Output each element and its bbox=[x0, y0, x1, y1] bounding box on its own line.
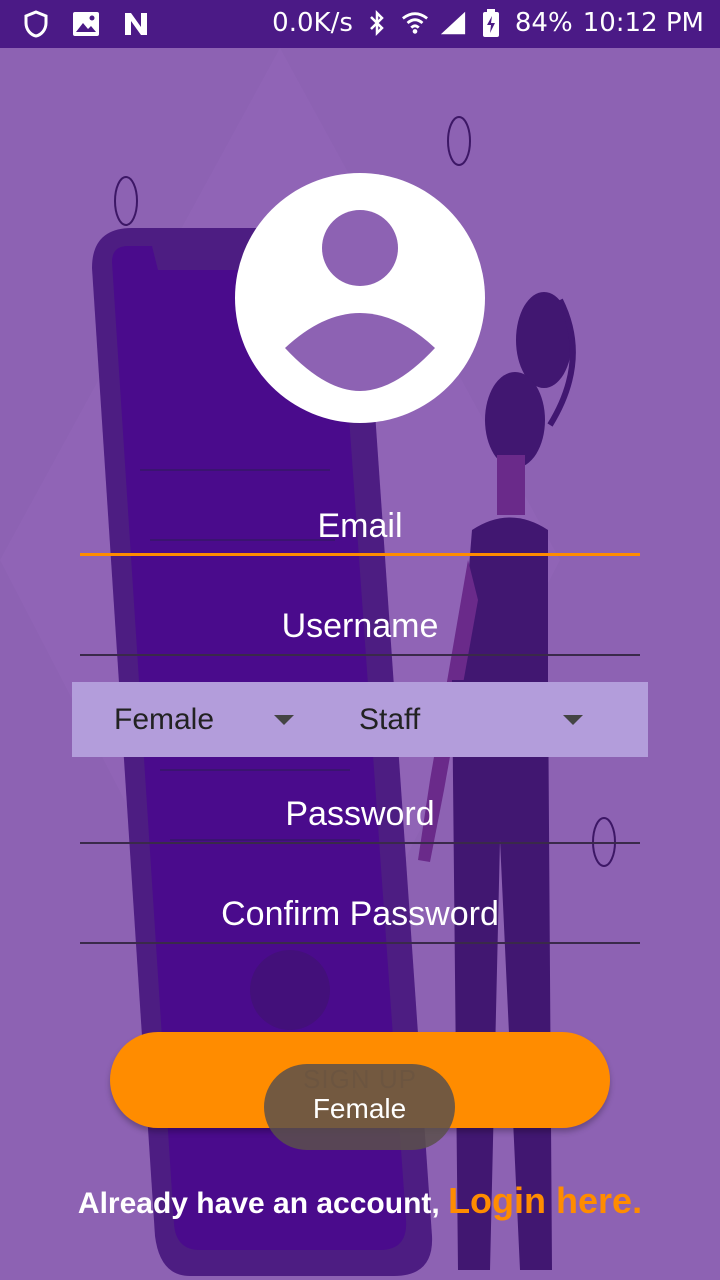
status-bar: 0.0K/s 84% 10:12 PM bbox=[0, 0, 720, 48]
decor-bubble bbox=[447, 116, 471, 166]
gender-spinner[interactable]: Female bbox=[114, 682, 294, 757]
email-input[interactable] bbox=[80, 496, 640, 557]
role-dropdown-arrow-icon[interactable] bbox=[563, 714, 583, 725]
bluetooth-icon bbox=[363, 9, 391, 37]
confirm-password-underline bbox=[80, 942, 640, 944]
email-underline bbox=[80, 553, 640, 556]
status-bar-left bbox=[22, 10, 150, 38]
phone-illustration-button bbox=[250, 950, 330, 1030]
password-underline bbox=[80, 842, 640, 844]
clock: 10:12 PM bbox=[582, 8, 704, 38]
image-icon bbox=[72, 10, 100, 38]
gender-dropdown-arrow-icon[interactable] bbox=[274, 714, 294, 725]
role-selected-value: Staff bbox=[359, 702, 421, 736]
shield-icon bbox=[22, 10, 50, 38]
toast-message: Female bbox=[264, 1064, 455, 1150]
user-avatar-icon bbox=[235, 173, 485, 423]
login-prompt: Already have an account, Login here. bbox=[0, 1180, 720, 1222]
gender-selected-value: Female bbox=[114, 702, 215, 736]
network-speed: 0.0K/s bbox=[272, 8, 353, 38]
login-prompt-text: Already have an account, bbox=[77, 1187, 449, 1220]
confirm-password-field[interactable] bbox=[80, 884, 640, 945]
password-input[interactable] bbox=[80, 784, 640, 845]
confirm-password-input[interactable] bbox=[80, 884, 640, 945]
decor-bubble bbox=[114, 176, 138, 226]
wifi-icon bbox=[401, 9, 429, 37]
signal-icon bbox=[439, 9, 467, 37]
username-input[interactable] bbox=[80, 596, 640, 657]
role-spinner[interactable]: Staff bbox=[359, 682, 583, 757]
email-field[interactable] bbox=[80, 496, 640, 557]
status-bar-right: 0.0K/s 84% 10:12 PM bbox=[272, 8, 704, 38]
profile-avatar[interactable] bbox=[235, 173, 485, 423]
battery-percent: 84% bbox=[514, 8, 573, 38]
selector-row: Female Staff bbox=[72, 682, 648, 757]
password-field[interactable] bbox=[80, 784, 640, 845]
login-link[interactable]: Login here. bbox=[448, 1180, 642, 1221]
username-underline bbox=[80, 654, 640, 656]
n-logo-icon bbox=[122, 10, 150, 38]
username-field[interactable] bbox=[80, 596, 640, 657]
battery-charging-icon bbox=[477, 9, 505, 37]
